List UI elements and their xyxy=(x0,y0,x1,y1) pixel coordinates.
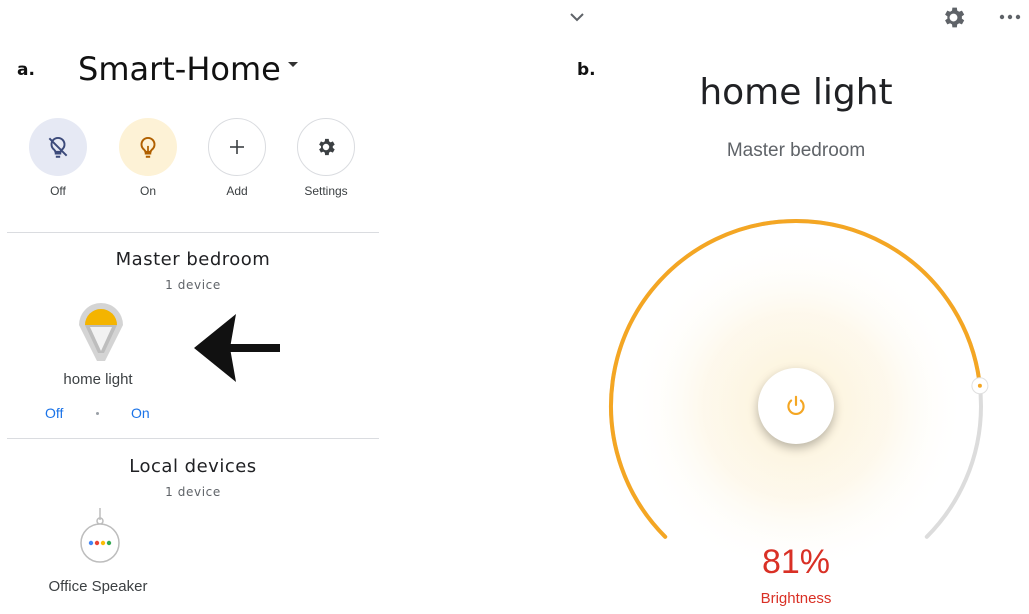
device-name-home-light[interactable]: home light xyxy=(33,371,163,388)
settings-label: Settings xyxy=(304,184,348,198)
toggle-separator-dot xyxy=(96,412,99,415)
pointer-arrow-icon xyxy=(194,314,280,382)
room-title-master-bedroom: Master bedroom xyxy=(115,249,271,270)
off-label: Off xyxy=(50,184,66,198)
light-off-icon xyxy=(48,136,68,158)
chevron-down-icon[interactable] xyxy=(568,10,586,24)
divider xyxy=(7,232,379,233)
home-light-off-toggle[interactable]: Off xyxy=(45,405,63,421)
device-name-office-speaker[interactable]: Office Speaker xyxy=(33,578,163,595)
add-label: Add xyxy=(226,184,248,198)
power-button[interactable] xyxy=(758,368,834,444)
device-title: home light xyxy=(699,72,893,113)
dial-knob[interactable] xyxy=(971,377,989,395)
on-label: On xyxy=(139,184,156,198)
on-button[interactable] xyxy=(119,118,177,176)
home-dropdown-caret-icon[interactable] xyxy=(288,62,298,67)
gear-icon xyxy=(319,138,335,156)
off-button[interactable] xyxy=(29,118,87,176)
room-title-local-devices: Local devices xyxy=(129,456,257,477)
brightness-label: Brightness xyxy=(760,590,832,607)
brightness-percent: 81% xyxy=(761,543,831,581)
speaker-icon xyxy=(80,508,120,563)
more-options-icon[interactable] xyxy=(998,10,1022,24)
add-button[interactable] xyxy=(208,118,266,176)
home-light-on-toggle[interactable]: On xyxy=(131,405,150,421)
home-light-device-tile[interactable] xyxy=(76,303,126,365)
room-device-count: 1 device xyxy=(165,485,221,499)
gear-icon[interactable] xyxy=(940,4,967,31)
plus-icon xyxy=(230,140,244,154)
device-room: Master bedroom xyxy=(726,140,866,161)
bulb-icon xyxy=(79,303,123,361)
lightbulb-icon xyxy=(140,136,156,158)
home-name[interactable]: Smart-Home xyxy=(78,50,281,88)
power-icon xyxy=(787,395,805,415)
office-speaker-device-tile[interactable] xyxy=(76,508,124,564)
settings-button[interactable] xyxy=(297,118,355,176)
room-device-count: 1 device xyxy=(165,278,221,292)
divider xyxy=(7,438,379,439)
panel-a-label: a. xyxy=(17,60,35,80)
